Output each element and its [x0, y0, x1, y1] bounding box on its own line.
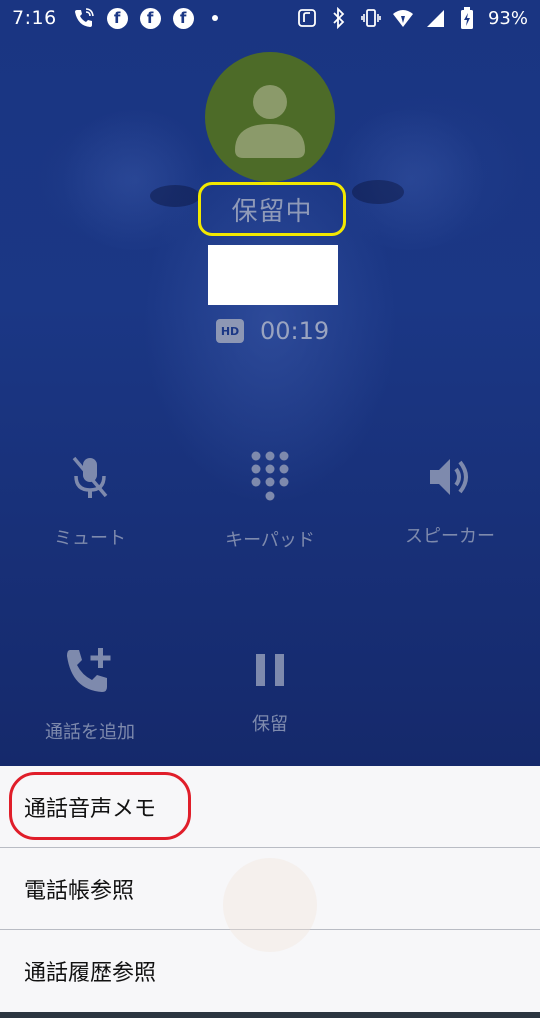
hold-button[interactable]: 保留	[190, 652, 350, 736]
wifi-icon	[392, 7, 414, 29]
more-notifications-icon	[211, 15, 218, 21]
contact-avatar	[205, 52, 335, 182]
facebook-icon: f	[172, 7, 194, 29]
keypad-button[interactable]: キーパッド	[190, 450, 350, 552]
call-timer: 00:19	[260, 317, 330, 345]
wallpaper-shape	[55, 110, 215, 250]
facebook-icon: f	[139, 7, 161, 29]
wallpaper-shape	[330, 110, 490, 250]
battery-icon	[456, 7, 478, 29]
menu-item-label: 通話履歴参照	[24, 961, 157, 986]
end-call-button	[223, 858, 317, 952]
status-time: 7:16	[12, 7, 57, 29]
highlight-box	[198, 182, 346, 236]
speaker-label: スピーカー	[405, 526, 495, 547]
menu-item-label: 電話帳参照	[24, 878, 135, 904]
notification-icons: f f f	[73, 7, 218, 29]
person-icon	[235, 85, 305, 158]
dialpad-icon	[251, 451, 289, 501]
hd-voice-icon: HD	[216, 319, 244, 343]
navigation-bar	[0, 1012, 540, 1018]
vibrate-icon	[360, 7, 382, 29]
mic-off-icon	[72, 456, 108, 498]
keypad-label: キーパッド	[225, 530, 315, 551]
pause-icon	[256, 654, 284, 686]
system-icons: 93%	[296, 0, 528, 36]
wifi-calling-icon	[73, 7, 95, 29]
wallpaper-shape	[150, 185, 200, 207]
add-call-label: 通話を追加	[45, 722, 135, 743]
signal-icon	[424, 7, 446, 29]
call-meta: HD 00:19	[216, 316, 329, 346]
hold-label: 保留	[252, 714, 288, 735]
speaker-icon	[430, 459, 468, 495]
mute-label: ミュート	[54, 528, 126, 549]
bluetooth-icon	[328, 7, 350, 29]
nfc-icon	[296, 7, 318, 29]
add-call-icon	[67, 648, 111, 692]
add-call-button[interactable]: 通話を追加	[10, 646, 170, 744]
battery-percent: 93%	[487, 7, 528, 29]
caller-name-redacted	[208, 245, 338, 305]
speaker-button[interactable]: スピーカー	[370, 454, 530, 548]
status-bar: 7:16 f f f 93%	[0, 0, 540, 36]
facebook-icon: f	[106, 7, 128, 29]
wallpaper-shape	[352, 180, 404, 204]
mute-button[interactable]: ミュート	[10, 452, 170, 550]
highlight-circle	[9, 772, 191, 840]
